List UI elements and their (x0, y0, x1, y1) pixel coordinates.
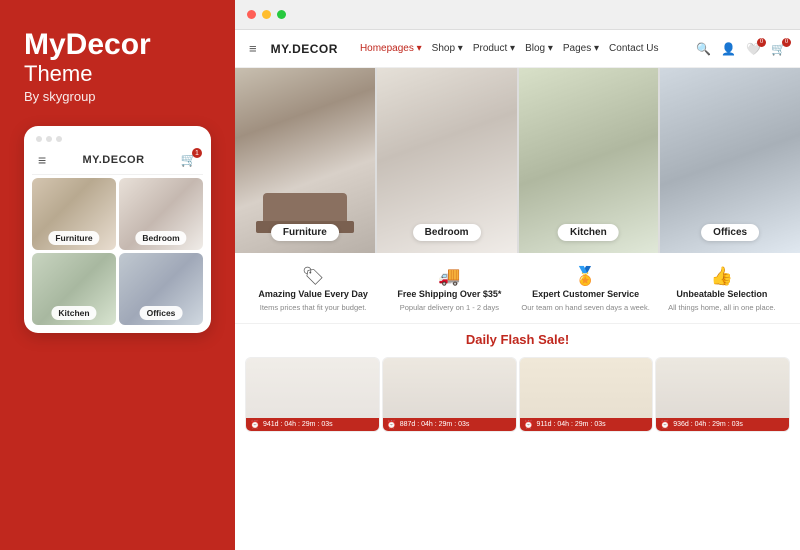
brand-title: MyDecor (24, 28, 211, 61)
product-grid: N200X Modern Style Chairs ⏰ 941d : 04h :… (235, 351, 800, 432)
cat-bedroom-label: Bedroom (413, 224, 481, 241)
mobile-dot-2 (46, 136, 52, 142)
nav-icons: 🔍 👤 🤍 0 🛒 0 (696, 42, 786, 56)
feature-selection-desc: All things home, all in one place. (668, 303, 776, 313)
nav-hamburger-icon[interactable]: ≡ (249, 41, 257, 56)
nav-link-pages[interactable]: Pages ▾ (563, 43, 599, 54)
product-img-3 (520, 358, 653, 418)
features-row: 🏷 Amazing Value Every Day Items prices t… (235, 253, 800, 324)
mobile-cat-offices[interactable]: Offices (119, 253, 203, 325)
browser-dot-green[interactable] (277, 10, 286, 19)
mobile-cat-kitchen[interactable]: Kitchen (32, 253, 116, 325)
cart-badge: 0 (782, 38, 791, 47)
nav-link-product[interactable]: Product ▾ (473, 43, 515, 54)
browser-dot-yellow[interactable] (262, 10, 271, 19)
browser-dot-red[interactable] (247, 10, 256, 19)
nav-link-shop[interactable]: Shop ▾ (432, 43, 463, 54)
timer-icon-4: ⏰ (660, 420, 670, 429)
category-grid: Furniture Bedroom Kitchen Offices (235, 68, 800, 253)
wishlist-badge: 0 (757, 38, 766, 47)
flash-sale-section: Daily Flash Sale! (235, 324, 800, 351)
cat-kitchen-label: Kitchen (558, 224, 619, 241)
nav-links: Homepages ▾ Shop ▾ Product ▾ Blog ▾ Page… (360, 43, 682, 54)
feature-value-title: Amazing Value Every Day (258, 289, 368, 299)
brand-by: By skygroup (24, 89, 211, 104)
feature-service: 🏅 Expert Customer Service Our team on ha… (518, 267, 654, 313)
mobile-cat-furniture[interactable]: Furniture (32, 178, 116, 250)
mobile-dot-1 (36, 136, 42, 142)
shipping-icon: 🚚 (438, 267, 460, 285)
product-img-4 (656, 358, 789, 418)
product-img-1 (246, 358, 379, 418)
mobile-cat-bedroom-label: Bedroom (135, 231, 186, 245)
feature-shipping: 🚚 Free Shipping Over $35* Popular delive… (381, 267, 517, 313)
right-panel: ≡ MY.DECOR Homepages ▾ Shop ▾ Product ▾ … (235, 0, 800, 550)
timer-icon-1: ⏰ (250, 420, 260, 429)
cat-furniture[interactable]: Furniture (235, 68, 375, 253)
website: ≡ MY.DECOR Homepages ▾ Shop ▾ Product ▾ … (235, 30, 800, 550)
mobile-cart-badge: 1 (192, 148, 202, 158)
mobile-dots (32, 136, 203, 148)
user-icon[interactable]: 👤 (721, 42, 736, 56)
product-card-1[interactable]: N200X Modern Style Chairs ⏰ 941d : 04h :… (245, 357, 380, 432)
cat-kitchen[interactable]: Kitchen (519, 68, 659, 253)
cart-icon[interactable]: 🛒 0 (771, 42, 786, 56)
feature-selection-title: Unbeatable Selection (676, 289, 767, 299)
mobile-logo: MY.DECOR (82, 154, 144, 166)
feature-value: 🏷 Amazing Value Every Day Items prices t… (245, 267, 381, 313)
product-card-3[interactable]: Table and Chair Set ⏰ 911d : 04h : 29m :… (519, 357, 654, 432)
feature-value-desc: Items prices that fit your budget. (260, 303, 367, 313)
brand-subtitle: Theme (24, 61, 211, 87)
product-timer-3: ⏰ 911d : 04h : 29m : 03s (520, 418, 653, 431)
mobile-header: ≡ MY.DECOR 🛒 1 (32, 148, 203, 175)
product-timer-2: ⏰ 887d : 04h : 29m : 03s (383, 418, 516, 431)
product-card-4[interactable]: Sofa Couch from Korean ⏰ 936d : 04h : 29… (655, 357, 790, 432)
selection-icon: 👍 (711, 267, 733, 285)
nav-link-blog[interactable]: Blog ▾ (525, 43, 553, 54)
mobile-mockup: ≡ MY.DECOR 🛒 1 Furniture Bedroom Kitchen… (24, 126, 211, 333)
service-icon: 🏅 (574, 267, 596, 285)
feature-service-desc: Our team on hand seven days a week. (521, 303, 649, 313)
feature-shipping-title: Free Shipping Over $35* (397, 289, 501, 299)
product-timer-1: ⏰ 941d : 04h : 29m : 03s (246, 418, 379, 431)
cat-furniture-label: Furniture (271, 224, 339, 241)
feature-shipping-desc: Popular delivery on 1 - 2 days (400, 303, 499, 313)
nav-logo: MY.DECOR (271, 42, 338, 56)
wishlist-icon[interactable]: 🤍 0 (746, 42, 761, 56)
product-card-2[interactable]: Bed Full Set from Italia ⏰ 887d : 04h : … (382, 357, 517, 432)
timer-icon-2: ⏰ (387, 420, 397, 429)
search-icon[interactable]: 🔍 (696, 42, 711, 56)
nav-link-contact[interactable]: Contact Us (609, 43, 658, 54)
flash-sale-title: Daily Flash Sale! (235, 332, 800, 347)
feature-service-title: Expert Customer Service (532, 289, 639, 299)
feature-selection: 👍 Unbeatable Selection All things home, … (654, 267, 790, 313)
timer-icon-3: ⏰ (524, 420, 534, 429)
product-img-2 (383, 358, 516, 418)
mobile-cat-kitchen-label: Kitchen (51, 306, 96, 320)
navbar: ≡ MY.DECOR Homepages ▾ Shop ▾ Product ▾ … (235, 30, 800, 68)
mobile-hamburger-icon[interactable]: ≡ (38, 152, 46, 168)
cat-bedroom[interactable]: Bedroom (377, 68, 517, 253)
mobile-cat-bedroom[interactable]: Bedroom (119, 178, 203, 250)
browser-bar (235, 0, 800, 30)
mobile-cat-offices-label: Offices (140, 306, 183, 320)
mobile-category-grid: Furniture Bedroom Kitchen Offices (32, 178, 203, 325)
left-panel: MyDecor Theme By skygroup ≡ MY.DECOR 🛒 1… (0, 0, 235, 550)
mobile-cart-icon[interactable]: 🛒 1 (181, 152, 197, 168)
cat-offices[interactable]: Offices (660, 68, 800, 253)
nav-link-homepages[interactable]: Homepages ▾ (360, 43, 422, 54)
mobile-cat-furniture-label: Furniture (48, 231, 99, 245)
product-timer-4: ⏰ 936d : 04h : 29m : 03s (656, 418, 789, 431)
value-icon: 🏷 (302, 267, 325, 285)
cat-offices-label: Offices (701, 224, 759, 241)
mobile-dot-3 (56, 136, 62, 142)
